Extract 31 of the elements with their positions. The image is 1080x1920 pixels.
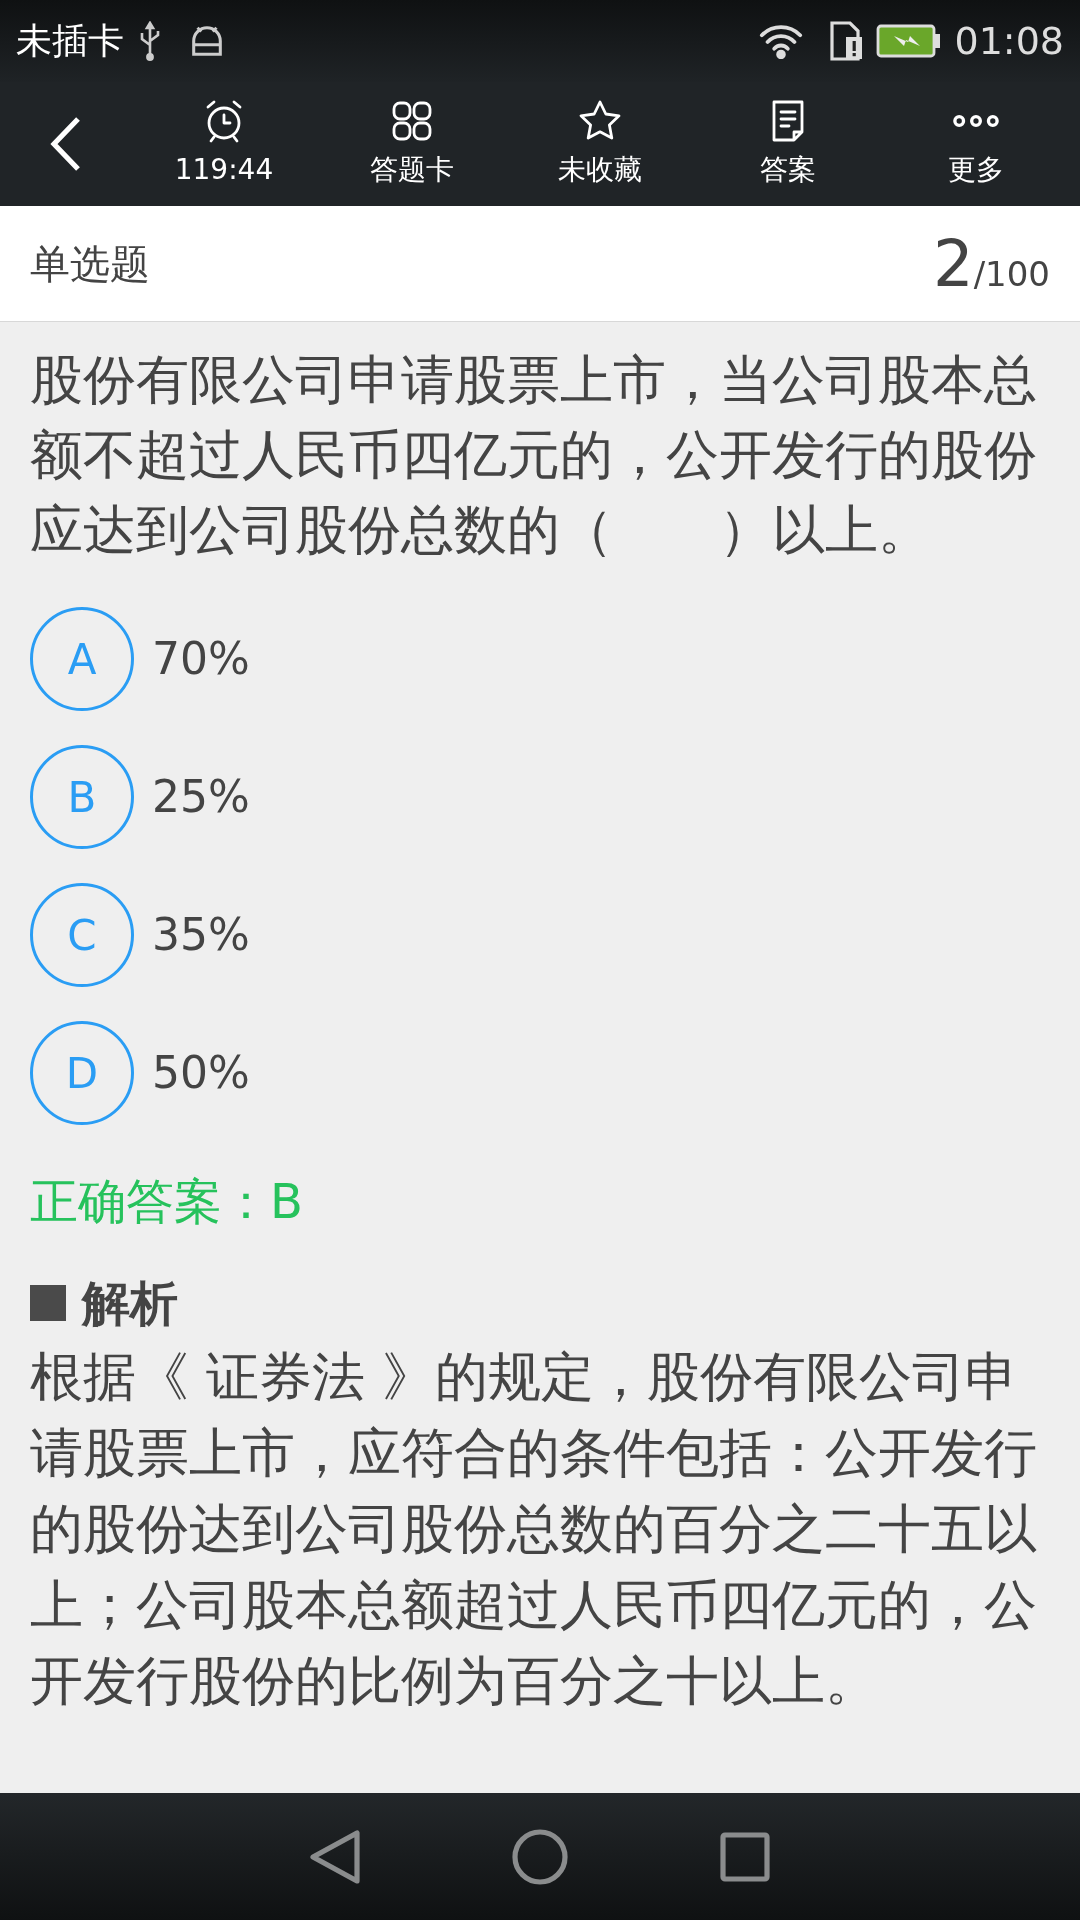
back-triangle-icon	[309, 1828, 361, 1885]
battery-charging-icon	[876, 24, 943, 58]
recents-button[interactable]	[719, 1830, 771, 1883]
usb-icon	[138, 21, 162, 61]
back-icon	[48, 115, 82, 173]
option-text: 70%	[152, 632, 250, 686]
square-bullet-icon	[30, 1285, 66, 1321]
analysis-text: 根据《 证券法 》的规定，股份有限公司申请股票上市，应符合的条件包括：公开发行的股份达到公司股份总数的百分之二十五以上；公司股本总额超过人民币四亿元的，公开发行股份的比例为百分之十以上。	[30, 1345, 1038, 1713]
question-type-title: 单选题	[30, 239, 150, 289]
more-icon	[952, 115, 1000, 127]
toolbar-button[interactable]: 答案	[694, 97, 882, 191]
total-count: /100	[973, 252, 1050, 296]
question-text: 股份有限公司申请股票上市，当公司股本总额不超过人民币四亿元的，公开发行的股份应达到公司股份总数的（ ）以上。	[30, 348, 1038, 562]
toolbar-button[interactable]: 未收藏	[506, 97, 694, 191]
toolbar-button[interactable]: 更多	[882, 97, 1070, 191]
home-button[interactable]	[511, 1827, 569, 1886]
nav-back-button[interactable]	[309, 1828, 361, 1885]
correct-answer-text: 正确答案：B	[30, 1172, 304, 1231]
analysis-title: 解析	[82, 1274, 178, 1333]
option-text: 25%	[152, 770, 250, 824]
clock-text: 01:08	[954, 17, 1064, 65]
sim-alert-icon	[828, 21, 865, 61]
option-text: 35%	[152, 908, 250, 962]
square-icon	[719, 1830, 771, 1883]
toolbar-button[interactable]: 119:44	[130, 97, 318, 191]
current-number: 2	[932, 225, 974, 303]
toolbar-button[interactable]: 答题卡	[318, 97, 506, 191]
option-text: 50%	[152, 1046, 250, 1100]
home-circle-icon	[511, 1827, 569, 1886]
carrier-text: 未插卡	[16, 19, 124, 63]
wifi-icon	[758, 23, 805, 59]
